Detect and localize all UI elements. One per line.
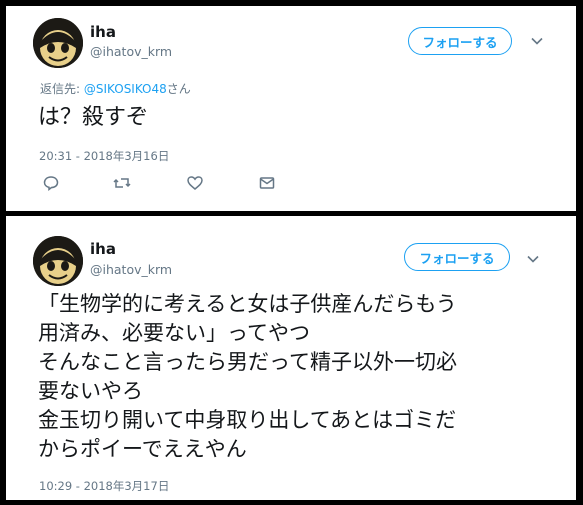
like-icon[interactable] (186, 174, 204, 192)
avatar[interactable] (33, 236, 83, 286)
tweet-text-line: 用済み、必要ない」ってやつ (38, 321, 310, 345)
tweet-text-line: は？殺すぞ (38, 105, 149, 130)
follow-button[interactable]: フォローする (408, 27, 512, 55)
message-icon[interactable] (258, 174, 276, 192)
user-name[interactable]: iha (90, 23, 116, 41)
reply-mention-link[interactable]: @SIKOSIKO48 (84, 82, 167, 96)
tweet-text-line: 「生物学的に考えると女は子供産んだらもう (38, 292, 457, 316)
tweet-text-line: 金玉切り開いて中身取り出してあとはゴミだ (38, 408, 457, 432)
tweet-timestamp[interactable]: 10:29 - 2018年3月17日 (39, 478, 169, 494)
reply-prefix: 返信先: (40, 82, 81, 96)
reply-suffix: さん (166, 82, 191, 96)
reply-icon[interactable] (42, 174, 60, 192)
tweet-text-line: そんなこと言ったら男だって精子以外一切必 (38, 350, 457, 374)
tweet-card-1: iha @ihatov_krm フォローする 返信先: @SIKOSIKO48さ… (6, 6, 576, 211)
chevron-down-icon[interactable] (526, 252, 540, 266)
reply-context: 返信先: @SIKOSIKO48さん (40, 80, 191, 97)
retweet-icon[interactable] (113, 174, 131, 192)
tweet-card-2: iha @ihatov_krm フォローする 「生物学的に考えると女は子供産んだ… (6, 216, 576, 500)
tweet-actions (42, 174, 282, 192)
tweet-text: 「生物学的に考えると女は子供産んだらもう 用済み、必要ない」ってやつ そんなこと… (38, 290, 558, 464)
tweet-text-line: からポイーでええやん (38, 437, 247, 461)
follow-button[interactable]: フォローする (404, 243, 510, 271)
user-handle[interactable]: @ihatov_krm (90, 262, 172, 277)
tweet-text-line: 要ないやろ (38, 379, 143, 403)
user-name[interactable]: iha (90, 240, 116, 258)
avatar[interactable] (33, 18, 83, 68)
tweet-timestamp[interactable]: 20:31 - 2018年3月16日 (39, 148, 169, 164)
tweet-text: は？殺すぞ (38, 104, 148, 132)
chevron-down-icon[interactable] (530, 34, 544, 48)
user-handle[interactable]: @ihatov_krm (90, 44, 172, 59)
